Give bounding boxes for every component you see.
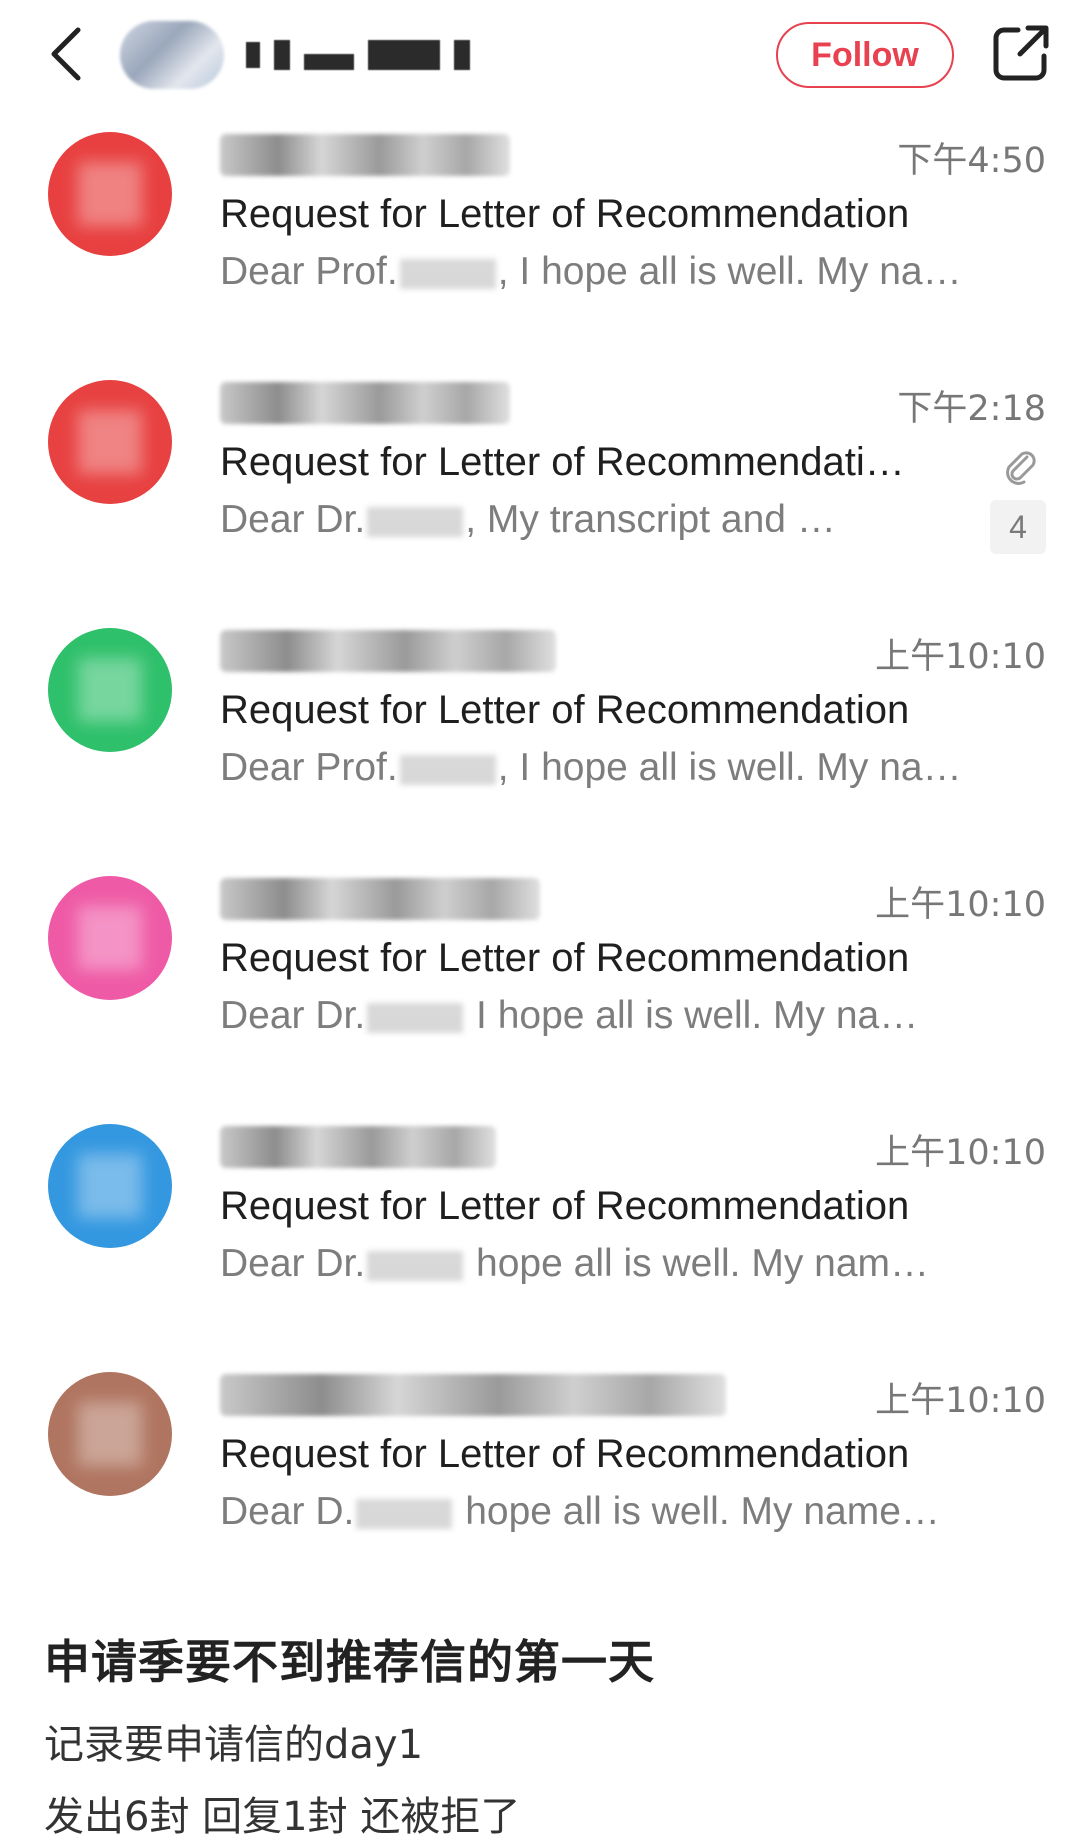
follow-button[interactable]: Follow [776, 22, 954, 88]
sender-avatar [48, 1372, 172, 1496]
email-preview: Dear Prof. , I hope all is well. My na… [220, 746, 1040, 790]
email-list: 下午4:50 Request for Letter of Recommendat… [0, 118, 1080, 1606]
post-text-line: 记录要申请信的day1 [44, 1722, 424, 1768]
email-time: 上午10:10 [875, 637, 1046, 677]
author-info[interactable] [120, 20, 580, 90]
email-row[interactable]: 上午10:10 Request for Letter of Recommenda… [0, 1110, 1080, 1358]
email-preview: Dear Dr. I hope all is well. My na… [220, 994, 1040, 1038]
redacted-name [367, 506, 464, 537]
author-avatar[interactable] [120, 21, 224, 89]
share-icon[interactable] [990, 22, 1052, 84]
sender-avatar [48, 628, 172, 752]
preview-end: I hope all is well. My na… [465, 994, 919, 1037]
email-row[interactable]: 上午10:10 Request for Letter of Recommenda… [0, 1358, 1080, 1606]
post-title: 申请季要不到推荐信的第一天 [44, 1635, 655, 1689]
sender-name-blurred [220, 1126, 496, 1168]
sender-name-blurred [220, 630, 556, 672]
email-preview: Dear D. hope all is well. My name… [220, 1490, 1040, 1534]
email-subject: Request for Letter of Recommendati… [220, 440, 905, 484]
sender-avatar [48, 132, 172, 256]
redacted-name [399, 754, 496, 785]
preview-start: Dear Dr. [220, 994, 366, 1037]
redacted-name [356, 1498, 453, 1529]
email-time: 下午4:50 [897, 141, 1046, 181]
preview-start: Dear Prof. [220, 250, 398, 293]
paperclip-icon [1006, 451, 1036, 485]
preview-end: , I hope all is well. My na… [497, 250, 962, 293]
email-subject: Request for Letter of Recommendation [220, 192, 910, 236]
redacted-name [367, 1002, 464, 1033]
email-time: 下午2:18 [897, 389, 1046, 429]
post-text-line: 发出6封 回复1封 还被拒了 [44, 1794, 521, 1840]
preview-end: hope all is well. My name… [454, 1490, 940, 1533]
email-subject: Request for Letter of Recommendation [220, 1184, 910, 1228]
preview-start: Dear Prof. [220, 746, 398, 789]
sender-name-blurred [220, 382, 510, 424]
preview-end: , My transcript and CV … [465, 498, 840, 541]
sender-name-blurred [220, 134, 510, 176]
email-subject: Request for Letter of Recommendation [220, 936, 910, 980]
email-preview: Dear Prof. , I hope all is well. My na… [220, 250, 1040, 294]
chevron-left-icon[interactable] [42, 22, 92, 86]
preview-start: Dear Dr. [220, 1242, 366, 1285]
email-time: 上午10:10 [875, 1133, 1046, 1173]
redacted-name [399, 258, 496, 289]
email-subject: Request for Letter of Recommendation [220, 1432, 910, 1476]
redacted-name [367, 1250, 464, 1281]
sender-avatar [48, 380, 172, 504]
preview-start: Dear D. [220, 1490, 355, 1533]
email-row[interactable]: 下午2:18 Request for Letter of Recommendat… [0, 366, 1080, 614]
top-bar: Follow [0, 0, 1080, 112]
thread-count-badge: 4 [990, 500, 1046, 554]
sender-avatar [48, 876, 172, 1000]
sender-name-blurred [220, 878, 540, 920]
author-name-blurred [246, 40, 470, 70]
email-row[interactable]: 上午10:10 Request for Letter of Recommenda… [0, 862, 1080, 1110]
preview-end: , I hope all is well. My na… [497, 746, 962, 789]
email-time: 上午10:10 [875, 885, 1046, 925]
email-row[interactable]: 上午10:10 Request for Letter of Recommenda… [0, 614, 1080, 862]
email-time: 上午10:10 [875, 1381, 1046, 1421]
preview-end: hope all is well. My nam… [465, 1242, 930, 1285]
email-preview: Dear Dr. hope all is well. My nam… [220, 1242, 1040, 1286]
sender-avatar [48, 1124, 172, 1248]
email-subject: Request for Letter of Recommendation [220, 688, 910, 732]
email-preview: Dear Dr. , My transcript and CV … [220, 498, 840, 542]
preview-start: Dear Dr. [220, 498, 366, 541]
sender-name-blurred [220, 1374, 726, 1416]
email-row[interactable]: 下午4:50 Request for Letter of Recommendat… [0, 118, 1080, 366]
